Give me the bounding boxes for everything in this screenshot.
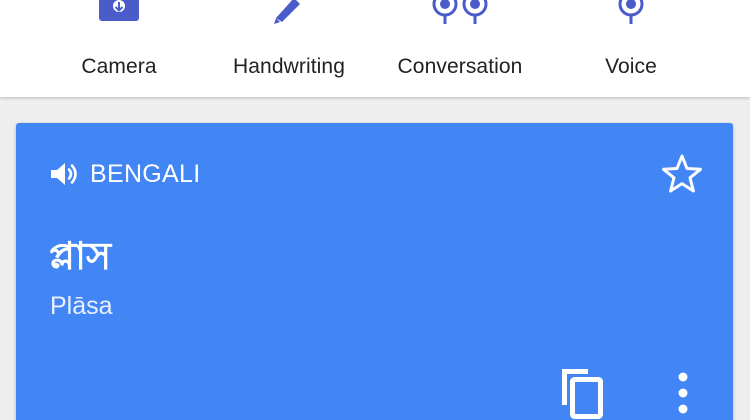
translation-result-card[interactable]: BENGALI প্লাস Plāsa [16, 123, 733, 420]
copy-icon[interactable] [556, 365, 608, 420]
camera-icon [99, 0, 139, 21]
speaker-icon [51, 163, 77, 185]
camera-button[interactable]: Camera [48, 0, 190, 97]
conversation-mic-icon [432, 0, 488, 24]
star-outline-icon[interactable] [660, 152, 704, 196]
mic-icon [618, 0, 644, 24]
conversation-label: Conversation [397, 55, 523, 78]
translated-text: প্লাস [49, 234, 112, 278]
camera-label: Camera [81, 55, 157, 78]
listen-button[interactable]: BENGALI [48, 156, 200, 192]
voice-label: Voice [605, 55, 657, 78]
conversation-button[interactable]: Conversation [385, 0, 535, 97]
target-language-label: BENGALI [90, 160, 201, 188]
translate-screen: Camera Handwriting Conversation Voice BE… [0, 0, 750, 420]
handwriting-label: Handwriting [233, 55, 345, 78]
input-mode-toolbar: Camera Handwriting Conversation Voice [0, 0, 750, 97]
voice-button[interactable]: Voice [570, 0, 692, 97]
handwriting-button[interactable]: Handwriting [213, 0, 365, 97]
pen-icon [274, 0, 300, 24]
more-vert-icon[interactable] [666, 369, 700, 420]
transliteration-text: Plāsa [50, 292, 113, 320]
